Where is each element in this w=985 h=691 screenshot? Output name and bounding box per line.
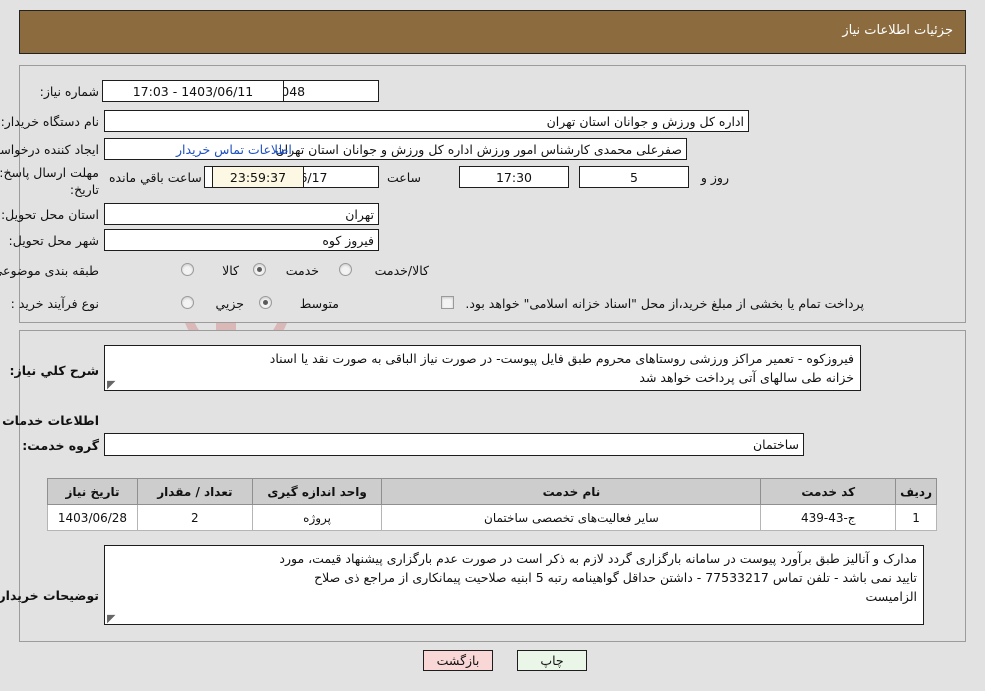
th-code: کد خدمت — [761, 478, 898, 505]
back-button[interactable]: بازگشت — [424, 650, 494, 671]
city-value: فیروز کوه — [105, 229, 380, 251]
services-section-title: اطلاعات خدمات مورد نیاز — [0, 413, 100, 428]
page-header-bar: جزئیات اطلاعات نیاز — [20, 10, 967, 54]
radio-purchase-jozei[interactable] — [182, 296, 195, 309]
buyer-notes-textarea[interactable]: مدارک و آنالیز طبق برآورد پیوست در سامان… — [105, 545, 925, 625]
th-row: ردیف — [896, 478, 938, 505]
countdown-timer: 23:59:37 — [213, 166, 305, 188]
announce-value: 1403/06/11 - 17:03 — [103, 80, 285, 102]
purchase-type-label: نوع فرآیند خرید : — [11, 296, 100, 311]
deadline-label-line1: مهلت ارسال پاسخ: تا — [0, 165, 100, 180]
tender-details-page: AriaTender.net جزئیات اطلاعات نیاز شماره… — [0, 0, 985, 691]
buyer-notes-line-1: مدارک و آنالیز طبق برآورد پیوست در سامان… — [280, 551, 918, 566]
th-name: نام خدمت — [382, 478, 763, 505]
radio-category-khedmat[interactable] — [254, 263, 267, 276]
buyer-contact-link[interactable]: اطلاعات تماس خریدار — [177, 142, 293, 157]
radio-category-kala-khedmat[interactable] — [340, 263, 353, 276]
page-title: جزئیات اطلاعات نیاز — [843, 23, 954, 38]
hour-label: ساعت — [387, 170, 422, 185]
radio-purchase-motavaset[interactable] — [260, 296, 273, 309]
buyer-notes-line-2: تایید نمی باشد - تلفن تماس 77533217 - دا… — [315, 570, 918, 585]
resize-grip-icon[interactable]: ◥ — [108, 378, 118, 390]
deadline-time-value: 17:30 — [460, 166, 570, 188]
days-label: روز و — [701, 170, 730, 185]
buyer-notes-line-3: الزامیست — [866, 589, 918, 604]
print-button[interactable]: چاپ — [518, 650, 588, 671]
description-line-2: خزانه طی سالهای آتی پرداخت خواهد شد — [640, 370, 855, 385]
city-label: شهر محل تحویل: — [9, 233, 100, 248]
countdown-label: ساعت باقي مانده — [110, 170, 203, 185]
days-remaining-value: 5 — [580, 166, 690, 188]
cell-date: 1403/06/28 — [48, 504, 139, 531]
description-line-1: فیروزکوه - تعمیر مراکز ورزشی روستاهای مح… — [270, 351, 855, 366]
table-header-row: ردیف کد خدمت نام خدمت واحد اندازه گیری ت… — [48, 478, 938, 505]
cell-unit: پروژه — [252, 504, 384, 531]
services-table: ردیف کد خدمت نام خدمت واحد اندازه گیری ت… — [48, 478, 938, 531]
purchase-option-0-label: جزیي — [216, 296, 245, 311]
cell-name: سایر فعالیت‌های تخصصی ساختمان — [382, 504, 763, 531]
purchase-option-1-label: متوسط — [300, 296, 340, 311]
cell-qty: 2 — [138, 504, 254, 531]
description-textarea[interactable]: فیروزکوه - تعمیر مراکز ورزشی روستاهای مح… — [105, 345, 862, 391]
radio-category-kala[interactable] — [182, 263, 195, 276]
service-group-label: گروه خدمت: — [23, 438, 100, 453]
cell-row: 1 — [896, 504, 938, 531]
category-option-2-label: کالا/خدمت — [375, 263, 430, 278]
th-date: تاریخ نیاز — [48, 478, 139, 505]
buyer-org-value: اداره کل ورزش و جوانان استان تهران — [105, 110, 750, 132]
description-label: شرح کلي نیاز: — [10, 363, 100, 378]
category-label: طبقه بندی موضوعی: — [0, 263, 100, 278]
province-label: استان محل تحویل: — [1, 207, 100, 222]
th-unit: واحد اندازه گیری — [252, 478, 384, 505]
need-info-panel — [20, 65, 967, 323]
treasury-docs-checkbox[interactable] — [442, 296, 455, 309]
need-number-label: شماره نیاز: — [40, 84, 100, 99]
buyer-org-label: نام دستگاه خریدار: — [1, 114, 100, 129]
buyer-notes-label: توضیحات خریدار: — [0, 588, 100, 603]
th-qty: تعداد / مقدار — [138, 478, 254, 505]
resize-grip-icon-2[interactable]: ◥ — [108, 612, 118, 624]
category-option-1-label: خدمت — [286, 263, 320, 278]
table-row: 1 ج-43-439 سایر فعالیت‌های تخصصی ساختمان… — [48, 504, 938, 531]
province-value: تهران — [105, 203, 380, 225]
service-group-value: ساختمان — [105, 433, 805, 456]
treasury-note-label: پرداخت تمام یا بخشی از مبلغ خرید،از محل … — [466, 296, 865, 311]
deadline-label-line2: تاریخ: — [70, 182, 100, 197]
cell-code: ج-43-439 — [761, 504, 898, 531]
requester-label: ایجاد کننده درخواست: — [0, 142, 100, 157]
category-option-0-label: کالا — [223, 263, 240, 278]
